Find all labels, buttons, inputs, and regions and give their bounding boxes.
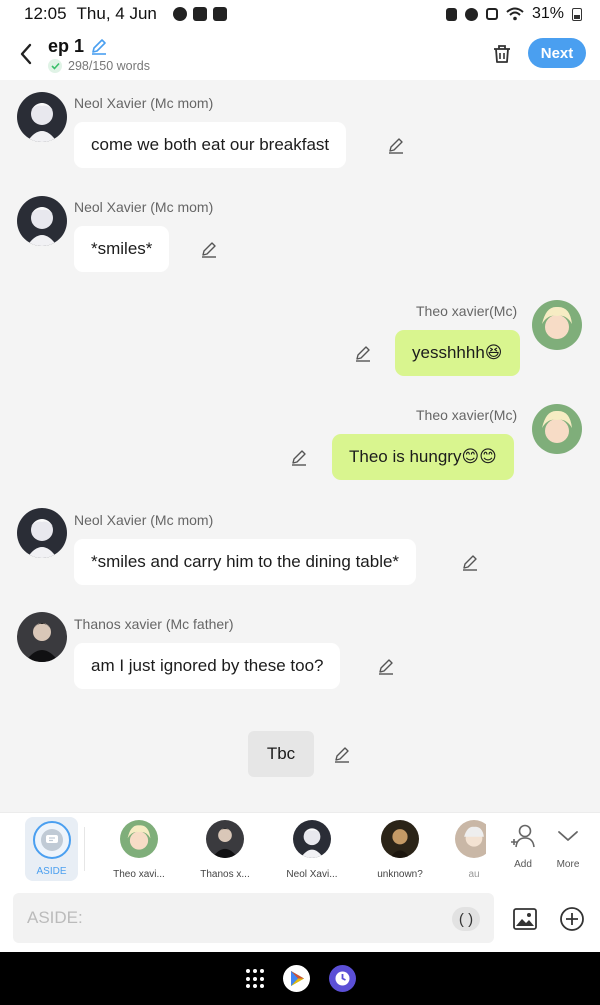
system-nav-bar xyxy=(0,952,600,1005)
more-button[interactable]: More xyxy=(545,813,591,887)
plus-circle-icon xyxy=(560,907,584,931)
gallery-icon xyxy=(192,7,207,21)
avatar[interactable] xyxy=(532,404,582,454)
avatar xyxy=(293,820,331,858)
aside-bubble[interactable]: Tbc xyxy=(248,731,314,777)
edit-icon[interactable] xyxy=(198,238,220,260)
header: ep 1 298/150 words Next xyxy=(0,28,600,80)
clock-app-icon[interactable] xyxy=(329,965,356,992)
avatar[interactable] xyxy=(17,508,67,558)
character-thanos[interactable]: Thanos x... xyxy=(190,813,260,887)
word-count: 298/150 words xyxy=(68,58,151,73)
edit-icon[interactable] xyxy=(352,342,374,364)
edit-icon[interactable] xyxy=(459,551,481,573)
check-icon xyxy=(48,58,62,73)
character-unknown[interactable]: unknown? xyxy=(365,813,435,887)
facebook-icon xyxy=(172,7,187,21)
parenthesis-button[interactable]: ( ) xyxy=(452,907,480,931)
avatar xyxy=(206,820,244,858)
image-button[interactable] xyxy=(511,905,539,933)
avatar xyxy=(455,820,486,858)
character-au[interactable]: au xyxy=(446,813,486,887)
chat-area: Neol Xavier (Mc mom) come we both eat ou… xyxy=(0,80,600,812)
chat-bubble-icon xyxy=(45,835,58,843)
avatar xyxy=(120,820,158,858)
input-row: ( ) xyxy=(0,886,600,952)
avatar[interactable] xyxy=(17,92,67,142)
aside-selector[interactable]: ASIDE xyxy=(25,817,78,881)
wifi-icon xyxy=(506,7,524,21)
character-name: Neol Xavier (Mc mom) xyxy=(74,199,214,215)
status-time: 12:05 xyxy=(24,4,67,23)
battery-percent: 31% xyxy=(531,5,564,22)
message-bubble[interactable]: come we both eat our breakfast xyxy=(74,122,347,168)
aside-label: ASIDE xyxy=(36,866,67,877)
next-button[interactable]: Next xyxy=(528,38,586,68)
add-character-button[interactable]: Add xyxy=(500,813,546,887)
checkbox-icon xyxy=(212,7,227,21)
delete-button[interactable] xyxy=(486,38,518,70)
character-label: Neol Xavi... xyxy=(286,869,338,880)
add-person-icon xyxy=(511,824,535,848)
alarm-icon xyxy=(464,7,478,21)
back-button[interactable] xyxy=(4,32,48,76)
aside-input[interactable] xyxy=(13,893,494,943)
character-theo[interactable]: Theo xavi... xyxy=(104,813,174,887)
character-label: Thanos x... xyxy=(200,869,250,880)
chevron-down-icon xyxy=(558,831,578,841)
avatar[interactable] xyxy=(17,612,67,662)
character-label: unknown? xyxy=(377,869,423,880)
message-bubble[interactable]: Theo is hungry😊😊 xyxy=(332,434,514,480)
title-block: ep 1 298/150 words xyxy=(48,36,150,73)
status-date: Thu, 4 Jun xyxy=(76,4,157,23)
play-store-icon[interactable] xyxy=(283,965,310,992)
character-name: Theo xavier(Mc) xyxy=(416,407,518,423)
edit-icon[interactable] xyxy=(375,655,397,677)
add-button[interactable] xyxy=(558,905,586,933)
notification-icons xyxy=(172,7,227,21)
episode-title: ep 1 xyxy=(48,35,85,56)
add-label: Add xyxy=(514,859,532,870)
edit-icon[interactable] xyxy=(385,134,407,156)
status-bar: 12:05 Thu, 4 Jun 31% xyxy=(0,0,600,28)
character-neol[interactable]: Neol Xavi... xyxy=(277,813,347,887)
mute-icon xyxy=(485,8,498,20)
message-bubble[interactable]: yesshhhh😆 xyxy=(395,330,520,376)
back-arrow-icon xyxy=(20,43,32,65)
apps-grid-icon[interactable] xyxy=(246,969,266,989)
message-bubble[interactable]: am I just ignored by these too? xyxy=(74,643,341,689)
avatar[interactable] xyxy=(17,196,67,246)
character-name: Neol Xavier (Mc mom) xyxy=(74,512,214,528)
lock-icon xyxy=(445,7,457,21)
character-name: Theo xavier(Mc) xyxy=(416,303,518,319)
character-label: au xyxy=(468,869,480,880)
message-bubble[interactable]: *smiles and carry him to the dining tabl… xyxy=(74,539,417,585)
trash-icon xyxy=(494,45,510,63)
pencil-icon[interactable] xyxy=(90,37,108,55)
avatar xyxy=(381,820,419,858)
edit-icon[interactable] xyxy=(288,446,310,468)
divider xyxy=(84,827,85,871)
battery-icon xyxy=(572,7,582,21)
message-bubble[interactable]: *smiles* xyxy=(74,226,170,272)
character-name: Neol Xavier (Mc mom) xyxy=(74,95,214,111)
character-label: Theo xavi... xyxy=(113,869,165,880)
edit-icon[interactable] xyxy=(331,743,353,765)
character-name: Thanos xavier (Mc father) xyxy=(74,616,234,632)
character-selector: ASIDE Theo xavi... Thanos x... Neol Xavi… xyxy=(0,812,600,886)
avatar[interactable] xyxy=(532,300,582,350)
image-icon xyxy=(513,908,537,930)
more-label: More xyxy=(556,859,580,870)
